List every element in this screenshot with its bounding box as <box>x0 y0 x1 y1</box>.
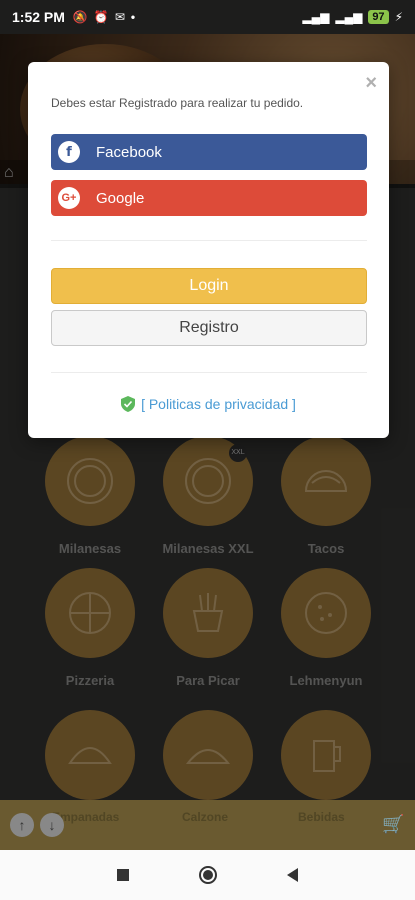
status-time: 1:52 PM <box>12 9 65 25</box>
message-icon: ✉ <box>114 10 125 24</box>
system-nav-bar <box>0 850 415 900</box>
divider <box>51 372 367 373</box>
login-required-message: Debes estar Registrado para realizar tu … <box>51 96 304 110</box>
login-button[interactable]: Login <box>51 268 367 304</box>
cart-icon[interactable]: 🛒 <box>382 814 404 835</box>
system-icons: ▂▄▆ ▂▄▆ 97 ⚡ <box>302 10 403 24</box>
facebook-login-button[interactable]: f Facebook <box>51 134 367 170</box>
scroll-down-button[interactable]: ↓ <box>40 813 64 837</box>
mute-icon: 🔕 <box>72 10 88 24</box>
facebook-icon: f <box>58 141 80 163</box>
home-button[interactable] <box>199 866 217 884</box>
recents-button[interactable] <box>117 869 129 881</box>
alarm-icon: ⏰ <box>93 10 109 24</box>
dot-icon: • <box>130 10 136 24</box>
charging-icon: ⚡ <box>394 10 403 24</box>
shield-check-icon <box>121 396 136 412</box>
divider <box>51 240 367 241</box>
signal-2-icon: ▂▄▆ <box>335 10 363 24</box>
login-modal: × Debes estar Registrado para realizar t… <box>28 62 389 438</box>
scroll-up-button[interactable]: ↑ <box>10 813 34 837</box>
battery-icon: 97 <box>368 10 389 24</box>
privacy-policy-label: [ Politicas de privacidad ] <box>141 396 296 412</box>
privacy-policy-link[interactable]: [ Politicas de privacidad ] <box>28 396 389 412</box>
bottom-label-bebidas: Bebidas <box>298 810 345 824</box>
back-button[interactable] <box>287 868 298 882</box>
google-plus-icon: G+ <box>58 187 80 209</box>
notification-icons: 🔕 ⏰ ✉ • <box>73 10 135 24</box>
bottom-label-calzone: Calzone <box>182 810 229 824</box>
google-label: Google <box>96 189 145 207</box>
register-button[interactable]: Registro <box>51 310 367 346</box>
status-bar: 1:52 PM 🔕 ⏰ ✉ • ▂▄▆ ▂▄▆ 97 ⚡ <box>0 0 415 34</box>
facebook-label: Facebook <box>96 143 162 161</box>
close-button[interactable]: × <box>365 72 377 95</box>
signal-icon: ▂▄▆ <box>302 10 330 24</box>
google-login-button[interactable]: G+ Google <box>51 180 367 216</box>
